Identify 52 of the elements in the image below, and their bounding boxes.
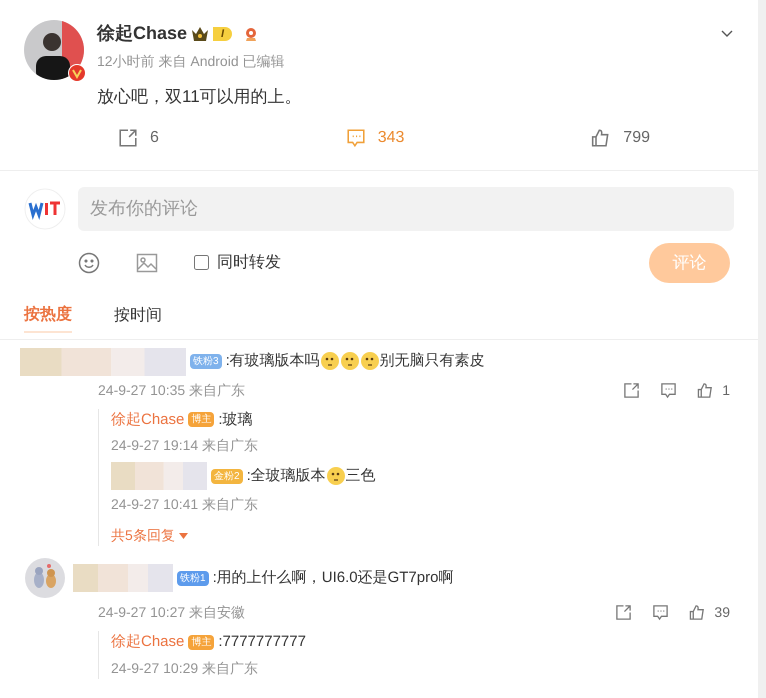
post-text: 放心吧，双11可以用的上。: [97, 86, 303, 108]
crown-icon: [191, 26, 210, 42]
share-icon[interactable]: [615, 604, 632, 621]
verified-badge-icon: [68, 64, 86, 82]
fan-badge: 博主: [188, 634, 214, 650]
caret-icon: [178, 532, 188, 538]
like-count: 799: [623, 128, 650, 148]
comment-text: :用的上什么啊，UI6.0还是GT7pro啊: [212, 568, 454, 588]
sort-tab[interactable]: 按时间: [114, 302, 162, 332]
comment-icon[interactable]: [660, 382, 678, 398]
comment-text: :有玻璃版本吗 别无脑只有素皮: [226, 350, 485, 373]
comment-text: :全玻璃版本 三色: [246, 464, 376, 488]
emoji-icon: [320, 351, 340, 372]
emoji-icon: [340, 351, 360, 372]
sort-tab[interactable]: 按热度: [24, 302, 72, 332]
fan-badge: 博主: [188, 412, 214, 428]
comment-icon[interactable]: [652, 604, 670, 621]
emoji-picker-icon[interactable]: [78, 252, 100, 274]
thumbs-up-icon[interactable]: [697, 382, 714, 398]
author-name[interactable]: 徐起Chase: [97, 20, 188, 47]
like-count: 1: [722, 380, 730, 400]
comment-time: 24-9-27 10:27 来自安徽: [98, 603, 246, 622]
fan-badge: 金粉2: [211, 468, 243, 484]
reply-time: 24-9-27 19:14 来自广东: [111, 436, 260, 455]
more-replies-link[interactable]: 共5条回复: [111, 525, 188, 546]
thumbs-up-icon[interactable]: [689, 604, 706, 621]
reply-time: 24-9-27 10:41 来自广东: [111, 495, 260, 514]
emoji-icon: [326, 466, 346, 486]
like-count: 39: [714, 603, 730, 622]
comment-count: 343: [378, 128, 404, 148]
share-count: 6: [150, 128, 159, 148]
share-icon[interactable]: [118, 128, 138, 148]
reply-time: 24-9-27 10:29 来自广东: [111, 658, 260, 678]
medal-icon: [244, 26, 258, 42]
repost-label: 同时转发: [217, 252, 281, 272]
thumbs-up-icon[interactable]: [591, 128, 612, 148]
post-meta: 12小时前 来自 Android 已编辑: [97, 52, 286, 71]
comment-text: :玻璃: [218, 410, 253, 430]
fan-badge: 铁粉3: [190, 354, 222, 369]
chevron-down-icon[interactable]: [720, 29, 734, 38]
share-icon[interactable]: [623, 382, 640, 398]
reply-author[interactable]: 徐起Chase: [111, 408, 184, 431]
comment-text: :7777777777: [218, 632, 306, 652]
comment-input[interactable]: 发布你的评论: [78, 186, 734, 230]
reply-author[interactable]: 徐起Chase: [111, 631, 184, 654]
repost-checkbox[interactable]: [194, 255, 209, 270]
level-badge: I: [213, 26, 232, 40]
fan-badge: 铁粉1: [177, 570, 209, 586]
logo-icon: [24, 188, 66, 230]
comment-time: 24-9-27 10:35 来自广东: [98, 380, 246, 400]
emoji-icon: [360, 351, 380, 372]
image-icon[interactable]: [136, 252, 158, 274]
